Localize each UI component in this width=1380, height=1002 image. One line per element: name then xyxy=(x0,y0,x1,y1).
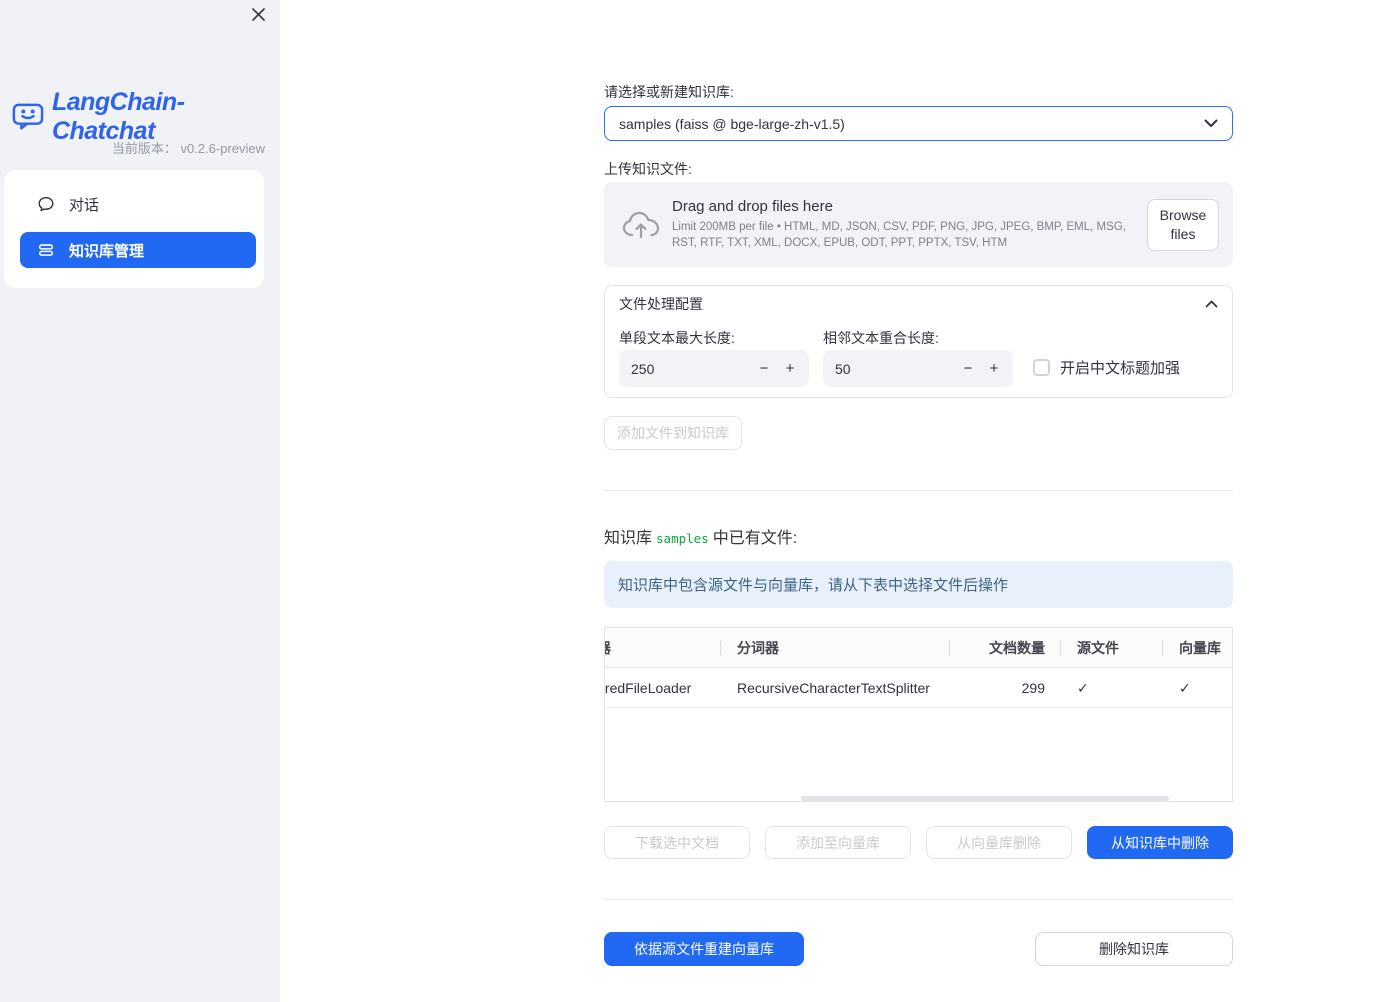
delete-from-vector-store-button[interactable]: 从向量库删除 xyxy=(926,826,1072,859)
cell-docs-count: 299 xyxy=(1021,680,1045,696)
sidebar-item-label: 知识库管理 xyxy=(69,242,145,260)
version-caption: 当前版本： v0.2.6-preview xyxy=(111,141,265,156)
column-header-loader[interactable]: 文档加载器 xyxy=(605,628,721,668)
delete-kb-button[interactable]: 删除知识库 xyxy=(1035,932,1233,966)
column-header-vector-store[interactable]: 向量库 xyxy=(1163,628,1232,668)
rebuild-vector-store-button[interactable]: 依据源文件重建向量库 xyxy=(604,932,804,966)
logo-chat-icon xyxy=(12,103,44,131)
dropzone-instructions: Drag and drop files here Limit 200MB per… xyxy=(672,198,1147,251)
overlap-input[interactable]: 50 − + xyxy=(823,350,1013,387)
overlap-value: 50 xyxy=(835,360,851,377)
checkbox-label: 开启中文标题加强 xyxy=(1060,360,1181,377)
cell-loader: UnstructuredFileLoader xyxy=(605,680,692,696)
dropzone-limit: Limit 200MB per file • HTML, MD, JSON, C… xyxy=(672,221,1126,249)
sidebar: LangChain-Chatchat 当前版本： v0.2.6-preview … xyxy=(0,0,280,1002)
info-alert: 知识库中包含源文件与向量库，请从下表中选择文件后操作 xyxy=(604,561,1233,608)
table-header-row: 文档加载器 分词器 文档数量 源文件 向量库 xyxy=(605,628,1232,668)
overlap-decrement-button[interactable]: − xyxy=(955,354,981,384)
kb-select-label: 请选择或新建知识库: xyxy=(604,84,734,100)
kb-files-heading: 知识库 samples 中已有文件: xyxy=(604,530,798,547)
uploader-label: 上传知识文件: xyxy=(604,161,692,177)
chunk-size-decrement-button[interactable]: − xyxy=(751,354,777,384)
expander-header[interactable]: 文件处理配置 xyxy=(605,286,1232,322)
sidebar-item-dialogue[interactable]: 对话 xyxy=(20,186,256,222)
add-to-vector-store-button[interactable]: 添加至向量库 xyxy=(765,826,911,859)
sidebar-close-button[interactable] xyxy=(248,7,268,27)
table-horizontal-scrollbar[interactable] xyxy=(801,796,1169,801)
chevron-up-icon xyxy=(1205,295,1218,313)
table-row[interactable]: UnstructuredFileLoader RecursiveCharacte… xyxy=(605,668,1232,708)
kb-files-table: 文档加载器 分词器 文档数量 源文件 向量库 UnstructuredFileL… xyxy=(604,627,1233,802)
cell-source-file: ✓ xyxy=(1077,679,1089,696)
delete-from-kb-button[interactable]: 从知识库中删除 xyxy=(1087,826,1233,859)
sidebar-menu: 对话 知识库管理 xyxy=(4,170,264,288)
checkbox-box xyxy=(1033,359,1050,376)
dropzone-title: Drag and drop files here xyxy=(672,198,833,215)
upload-cloud-icon xyxy=(622,210,660,240)
chunk-size-input[interactable]: 250 − + xyxy=(619,350,809,387)
info-alert-text: 知识库中包含源文件与向量库，请从下表中选择文件后操作 xyxy=(618,577,1009,594)
file-config-expander: 文件处理配置 单段文本最大长度: 250 − + 相邻文本重合长度: 50 − … xyxy=(604,285,1233,398)
chunk-size-value: 250 xyxy=(631,360,655,377)
sidebar-item-label: 对话 xyxy=(69,196,100,214)
cell-splitter: RecursiveCharacterTextSplitter xyxy=(737,680,930,696)
chevron-down-icon xyxy=(1204,115,1218,133)
kb-list-icon xyxy=(37,241,55,259)
divider xyxy=(604,899,1233,900)
browse-files-button[interactable]: Browse files xyxy=(1147,198,1219,251)
column-header-docs-count[interactable]: 文档数量 xyxy=(950,628,1061,668)
kb-select-value: samples (faiss @ bge-large-zh-v1.5) xyxy=(619,115,845,132)
file-dropzone[interactable]: Drag and drop files here Limit 200MB per… xyxy=(604,182,1233,267)
download-selected-button[interactable]: 下载选中文档 xyxy=(604,826,750,859)
kb-name-code: samples xyxy=(656,531,709,546)
column-header-source-file[interactable]: 源文件 xyxy=(1061,628,1163,668)
overlap-increment-button[interactable]: + xyxy=(981,354,1007,384)
column-header-splitter[interactable]: 分词器 xyxy=(721,628,950,668)
zh-title-enhance-checkbox[interactable]: 开启中文标题加强 xyxy=(1033,357,1180,378)
chat-bubble-icon xyxy=(37,195,55,213)
close-icon xyxy=(251,7,266,27)
chunk-size-label: 单段文本最大长度: xyxy=(619,330,735,346)
chunk-size-increment-button[interactable]: + xyxy=(777,354,803,384)
cell-vector-store: ✓ xyxy=(1179,679,1191,696)
overlap-label: 相邻文本重合长度: xyxy=(823,330,939,346)
kb-select[interactable]: samples (faiss @ bge-large-zh-v1.5) xyxy=(604,106,1233,141)
sidebar-item-knowledge-base[interactable]: 知识库管理 xyxy=(20,232,256,268)
expander-title: 文件处理配置 xyxy=(619,296,703,312)
add-files-to-kb-button[interactable]: 添加文件到知识库 xyxy=(604,416,742,450)
divider xyxy=(604,490,1233,491)
